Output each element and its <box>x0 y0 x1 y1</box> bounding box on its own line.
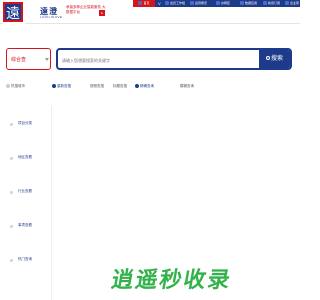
nav-item-enterprise[interactable]: 企业家 <box>285 0 299 7</box>
brand-english: LINKLINUVE <box>40 15 63 19</box>
sidebar-item-region[interactable]: 地区查看 <box>6 152 52 164</box>
sidebar-item-label: 项目分类 <box>18 121 32 125</box>
left-sidebar: 项目分类 地区查看 行业查看 事项查看 热门查询 <box>6 106 52 300</box>
search-type-select[interactable]: 综合查 <box>6 48 51 70</box>
bullet-icon <box>10 259 13 262</box>
nav-divider: V <box>158 1 161 6</box>
nav-item-news[interactable]: 新闻订阅 <box>263 0 280 7</box>
nav-home[interactable]: 首页 <box>133 0 155 7</box>
filter-fuzzy[interactable]: 模糊查询 <box>180 82 194 90</box>
nav-item-label: 会员工作组 <box>170 1 186 5</box>
sidebar-item-label: 事项查看 <box>18 223 32 227</box>
filter-label: 模糊查询 <box>180 84 194 88</box>
filter-label: 热搜城市 <box>11 84 25 88</box>
search-row: 综合查 搜索 <box>0 48 300 72</box>
nav-item-ops[interactable]: 运营概览 <box>190 0 207 7</box>
nav-item-label: 运营概览 <box>195 1 208 5</box>
sidebar-item-label: 热门查询 <box>18 257 32 261</box>
nav-item-label: 办网区 <box>221 1 231 5</box>
nav-item-label: 新闻订阅 <box>268 1 281 5</box>
radio-checked-icon <box>52 84 56 89</box>
home-icon <box>138 1 143 6</box>
nav-item-office[interactable]: 办网区 <box>216 0 230 7</box>
site-logo[interactable]: 遠 <box>3 1 25 24</box>
filter-label: 按照查搜 <box>90 84 104 88</box>
logo-mark: 遠 <box>3 2 23 22</box>
filter-label: 精确查询 <box>140 84 154 88</box>
office-icon <box>216 1 220 6</box>
data-icon <box>240 1 244 6</box>
search-icon <box>265 56 270 61</box>
filter-title-search[interactable]: 标题查搜 <box>113 82 127 90</box>
search-button-label: 搜索 <box>270 56 283 62</box>
bullet-icon <box>10 225 13 228</box>
nav-home-label: 首页 <box>143 1 150 5</box>
radio-checked-icon <box>135 84 139 89</box>
search-filters: 热搜城市 重新查搜 按照查搜 标题查搜 精确查询 模糊查询 <box>0 82 300 92</box>
nav-item-label: 企业家 <box>290 1 300 5</box>
chart-icon <box>190 1 194 6</box>
sidebar-item-matters[interactable]: 事项查看 <box>6 220 52 232</box>
filter-exact[interactable]: 精确查询 <box>135 82 154 90</box>
nav-item-data[interactable]: 数据应用 <box>240 0 257 7</box>
top-header: 遠 遠澄 LINKLINUVE 承接多种企业智能服务 大数据平台 E 首页 V … <box>0 0 300 24</box>
user-icon <box>165 1 169 6</box>
sidebar-item-category[interactable]: 项目分类 <box>6 118 52 130</box>
search-button[interactable]: 搜索 <box>259 50 290 68</box>
filter-hot-city[interactable]: 热搜城市 <box>6 82 25 90</box>
sidebar-item-label: 行业查看 <box>18 189 32 193</box>
bullet-icon <box>10 123 13 126</box>
bullet-icon <box>10 191 13 194</box>
watermark-text: 逍遥秒收录 <box>109 268 234 293</box>
sidebar-item-industry[interactable]: 行业查看 <box>6 186 52 198</box>
search-box: 搜索 <box>56 48 292 70</box>
top-nav: 首页 V 会员工作组 运营概览 办网区 数据应用 新闻订阅 企业家 <box>133 0 300 7</box>
filter-label: 重新查搜 <box>57 84 71 88</box>
news-icon <box>263 1 267 6</box>
search-type-value: 综合查 <box>11 57 27 63</box>
nav-item-label: 数据应用 <box>245 1 258 5</box>
sidebar-item-hot[interactable]: 热门查询 <box>6 254 52 266</box>
sidebar-item-label: 地区查看 <box>18 155 32 159</box>
person-icon <box>285 1 289 6</box>
filter-by-search[interactable]: 按照查搜 <box>90 82 104 90</box>
search-input[interactable] <box>62 55 242 65</box>
chevron-down-icon <box>45 58 49 61</box>
bullet-icon <box>10 157 13 160</box>
filter-label: 标题查搜 <box>113 84 127 88</box>
brand-badge: E <box>99 10 105 16</box>
filter-research[interactable]: 重新查搜 <box>52 82 71 90</box>
location-icon <box>6 84 10 89</box>
nav-item-member[interactable]: 会员工作组 <box>165 0 185 7</box>
